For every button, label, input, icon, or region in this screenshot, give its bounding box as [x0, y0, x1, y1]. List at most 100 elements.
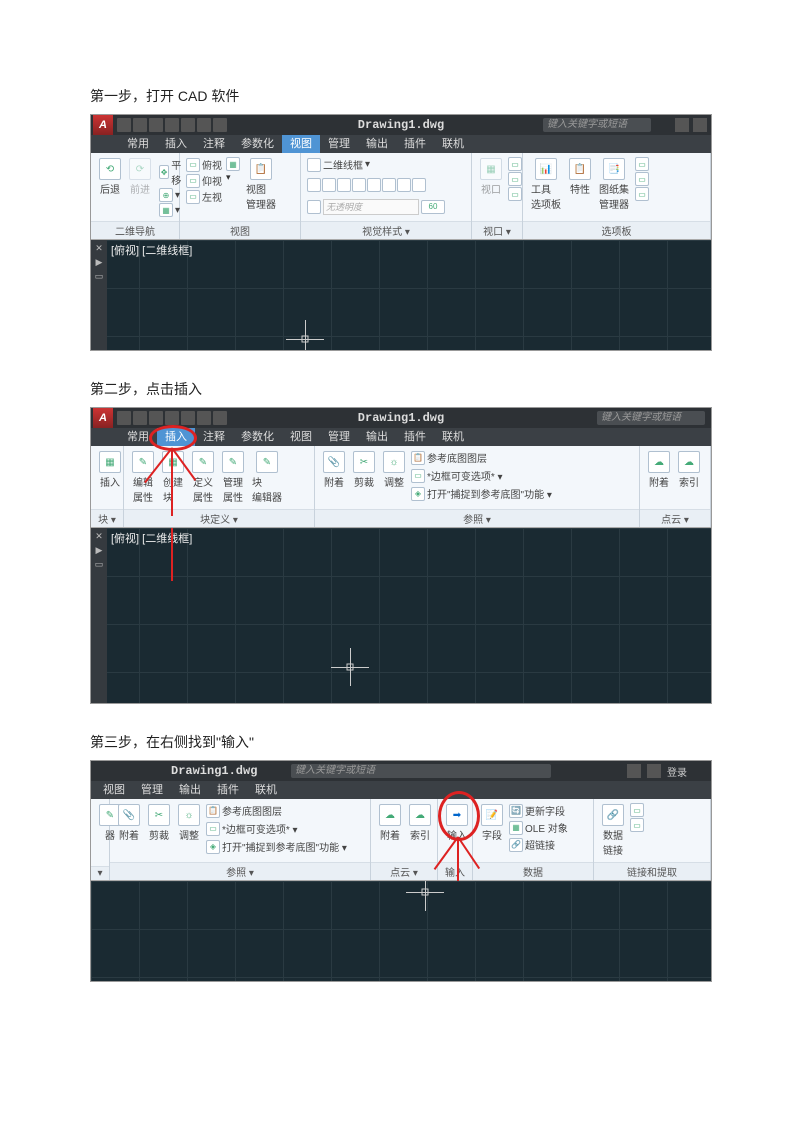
user-icon[interactable]: [693, 118, 707, 132]
view-manager-button[interactable]: 📋视图 管理器: [244, 157, 278, 212]
viewport-label[interactable]: [俯视] [二维线框]: [111, 530, 192, 546]
tab-shitu[interactable]: 视图: [95, 779, 133, 799]
tab-guanli[interactable]: 管理: [320, 426, 358, 446]
tab-lianji[interactable]: 联机: [434, 426, 472, 446]
qat-icon[interactable]: [181, 411, 195, 425]
drawing-canvas[interactable]: ✕ ▶ ▭ [俯视] [二维线框]: [91, 528, 711, 703]
qat-icon[interactable]: [165, 118, 179, 132]
tab-zhushi[interactable]: 注释: [195, 426, 233, 446]
clip-button[interactable]: ✂剪裁: [351, 450, 377, 490]
vs-icon[interactable]: [352, 178, 366, 192]
viewport-button[interactable]: ▦视口: [478, 157, 504, 197]
drawing-canvas[interactable]: [91, 881, 711, 981]
palette-icon[interactable]: ▭: [635, 157, 649, 171]
underlay-layers-button[interactable]: 📋参考底图图层: [206, 803, 347, 818]
attach-button[interactable]: 📎附着: [321, 450, 347, 490]
left-view-button[interactable]: ▭左视: [186, 189, 222, 204]
search-input[interactable]: 键入关键字或短语: [291, 764, 551, 778]
nav-icon[interactable]: ▶: [94, 545, 104, 555]
tab-chajian[interactable]: 插件: [396, 133, 434, 153]
nav-icon[interactable]: ▶: [94, 257, 104, 267]
login-text[interactable]: 登录: [667, 764, 687, 779]
tab-chajian[interactable]: 插件: [209, 779, 247, 799]
viewport-label[interactable]: [俯视] [二维线框]: [111, 242, 192, 258]
index-button[interactable]: ☁索引: [676, 450, 702, 490]
underlay-layers-button[interactable]: 📋参考底图图层: [411, 450, 552, 465]
data-link-button[interactable]: 🔗数据 链接: [600, 803, 626, 858]
back-button[interactable]: ⟲后退: [97, 157, 123, 197]
vs-icon[interactable]: [382, 178, 396, 192]
qat-icon[interactable]: [181, 118, 195, 132]
wireframe-icon[interactable]: [307, 158, 321, 172]
block-editor-button[interactable]: ✎块 编辑器: [250, 450, 284, 505]
help-icon[interactable]: [675, 118, 689, 132]
sheet-set-button[interactable]: 📑图纸集 管理器: [597, 157, 631, 212]
vs-icon[interactable]: [307, 178, 321, 192]
qat-icon[interactable]: [197, 411, 211, 425]
app-logo[interactable]: A: [93, 115, 113, 135]
frame-options-button[interactable]: ▭*边框可变选项* ▾: [206, 821, 347, 836]
opacity-icon[interactable]: [307, 200, 321, 214]
qat-icon[interactable]: [149, 411, 163, 425]
palette-icon[interactable]: ▭: [635, 187, 649, 201]
tab-canshuhua[interactable]: 参数化: [233, 426, 282, 446]
tab-lianji[interactable]: 联机: [434, 133, 472, 153]
clip-button[interactable]: ✂剪裁: [146, 803, 172, 843]
tab-shuchu[interactable]: 输出: [171, 779, 209, 799]
vp-icon[interactable]: ▭: [508, 172, 522, 186]
qat-icon[interactable]: [133, 411, 147, 425]
qat-icon[interactable]: [149, 118, 163, 132]
qat-icon[interactable]: [197, 118, 211, 132]
vp-icon[interactable]: ▭: [508, 187, 522, 201]
top-view-button[interactable]: ▭俯视: [186, 157, 222, 172]
attach-button[interactable]: 📎附着: [116, 803, 142, 843]
user-icon[interactable]: [647, 764, 661, 778]
tab-shuchu[interactable]: 输出: [358, 133, 396, 153]
tab-chajian[interactable]: 插件: [396, 426, 434, 446]
qat-icon[interactable]: [117, 118, 131, 132]
tab-zhushi[interactable]: 注释: [195, 133, 233, 153]
tab-changyong[interactable]: 常用: [119, 133, 157, 153]
snap-underlay-button[interactable]: ◈打开"捕捉到参考底图"功能 ▾: [411, 486, 552, 501]
qat-icon[interactable]: [133, 118, 147, 132]
vs-icon[interactable]: [322, 178, 336, 192]
search-input[interactable]: 键入关键字或短语: [543, 118, 651, 132]
tab-canshuhua[interactable]: 参数化: [233, 133, 282, 153]
vs-icon[interactable]: [367, 178, 381, 192]
vs-icon[interactable]: [337, 178, 351, 192]
hyperlink-button[interactable]: 🔗超链接: [509, 837, 568, 852]
qat-icon[interactable]: [213, 118, 227, 132]
drawing-canvas[interactable]: ✕▶▭ [俯视] [二维线框]: [91, 240, 711, 350]
tab-lianji[interactable]: 联机: [247, 779, 285, 799]
attach-cloud-button[interactable]: ☁附着: [377, 803, 403, 843]
ole-object-button[interactable]: ▦OLE 对象: [509, 820, 568, 835]
tab-shuchu[interactable]: 输出: [358, 426, 396, 446]
app-logo[interactable]: A: [93, 408, 113, 428]
index-button[interactable]: ☁索引: [407, 803, 433, 843]
qat-icon[interactable]: [213, 411, 227, 425]
link-icon[interactable]: ▭: [630, 803, 644, 817]
tab-shitu[interactable]: 视图: [282, 133, 320, 153]
insert-button[interactable]: ▦插入: [97, 450, 123, 490]
attach-cloud-button[interactable]: ☁附着: [646, 450, 672, 490]
adjust-button[interactable]: ☼调整: [176, 803, 202, 843]
close-icon[interactable]: ✕: [94, 531, 104, 541]
opacity-input[interactable]: 无透明度: [323, 199, 419, 215]
properties-button[interactable]: 📋特性: [567, 157, 593, 197]
tab-guanli[interactable]: 管理: [133, 779, 171, 799]
tab-guanli[interactable]: 管理: [320, 133, 358, 153]
orbit-icon[interactable]: ⊕: [159, 188, 173, 202]
frame-options-button[interactable]: ▭*边框可变选项* ▾: [411, 468, 552, 483]
snap-underlay-button[interactable]: ◈打开"捕捉到参考底图"功能 ▾: [206, 839, 347, 854]
nav-icon[interactable]: ▭: [94, 559, 104, 569]
manage-attr-button[interactable]: ✎管理 属性: [220, 450, 246, 505]
search-input[interactable]: 键入关键字或短语: [597, 411, 705, 425]
extents-icon[interactable]: ▦: [159, 203, 173, 217]
bottom-view-button[interactable]: ▭仰视: [186, 173, 222, 188]
vp-icon[interactable]: ▭: [508, 157, 522, 171]
help-icon[interactable]: [627, 764, 641, 778]
edit-attr-button[interactable]: ✎编辑 属性: [130, 450, 156, 505]
tab-shitu[interactable]: 视图: [282, 426, 320, 446]
tab-charu[interactable]: 插入: [157, 133, 195, 153]
tool-palette-button[interactable]: 📊工具 选项板: [529, 157, 563, 212]
